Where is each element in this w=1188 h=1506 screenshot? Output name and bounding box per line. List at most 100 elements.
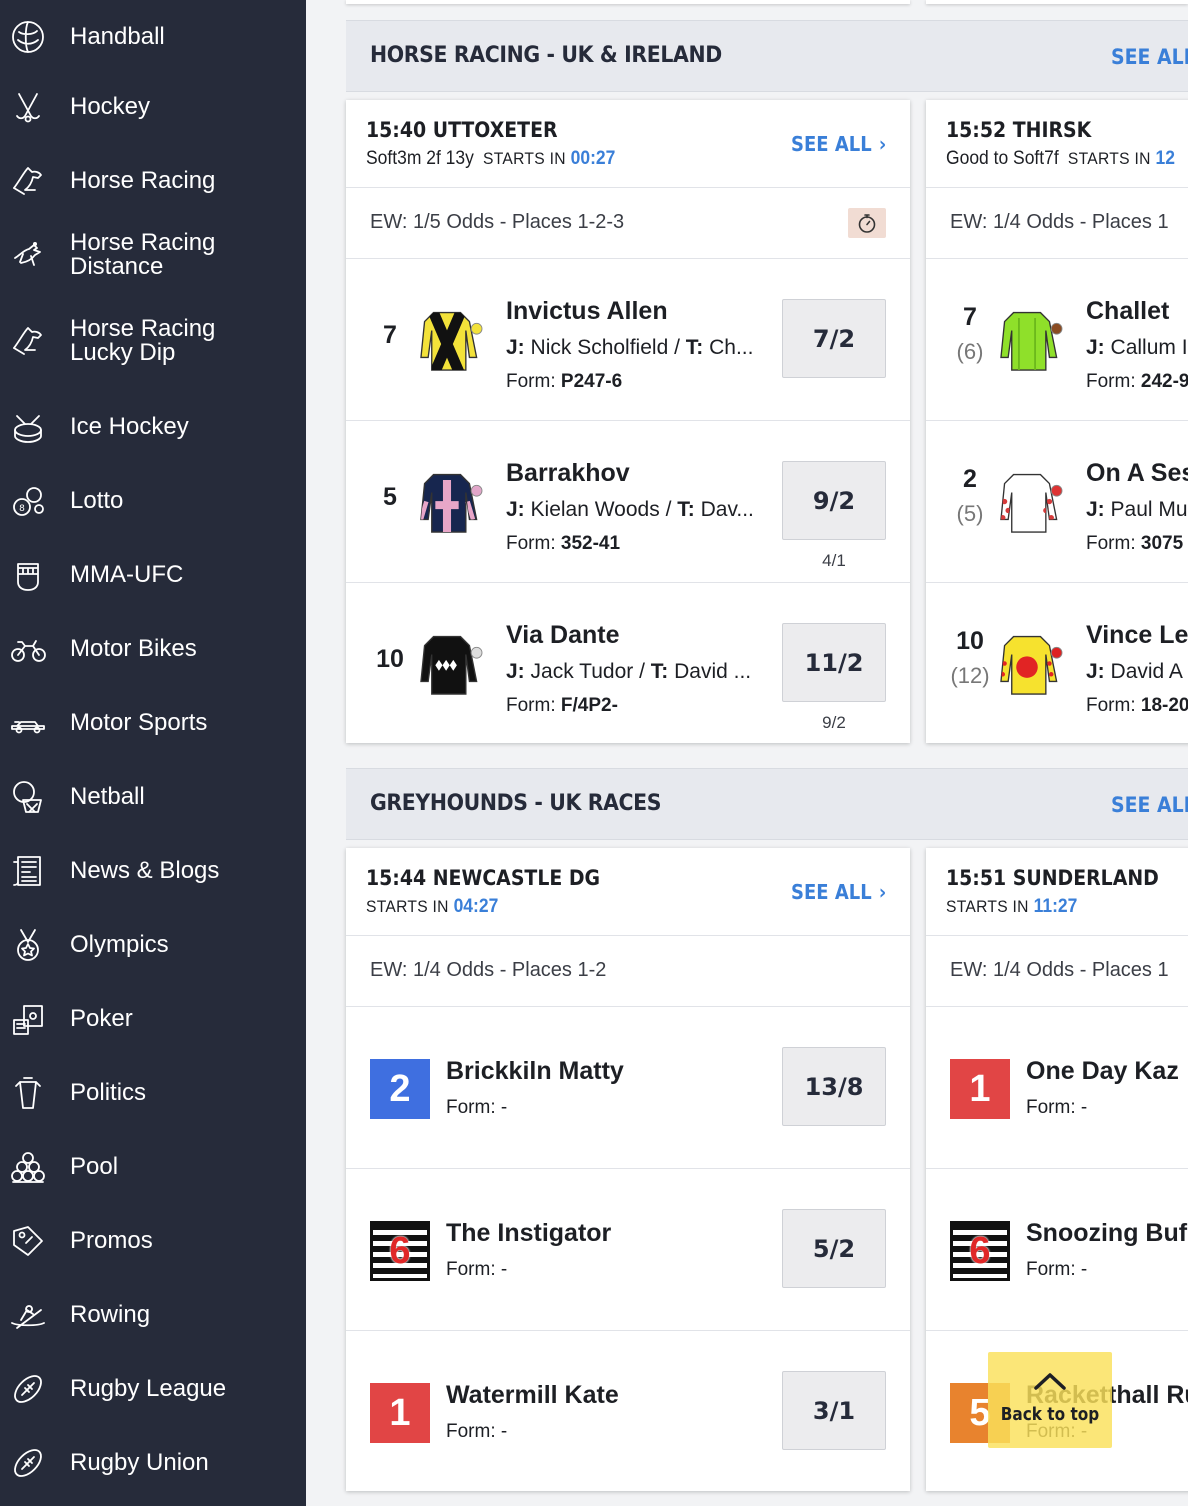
sidebar-item-label: Politics	[70, 1079, 147, 1106]
sidebar-item-mma-ufc[interactable]: MMA-UFC	[0, 538, 306, 612]
sidebar-item-olympics[interactable]: Olympics	[0, 908, 306, 982]
form-label: Form:	[1086, 695, 1136, 716]
sidebar-item-label: MMA-UFC	[70, 561, 184, 588]
sidebar-item-label: News & Blogs	[70, 857, 220, 884]
sidebar-item-rowing[interactable]: Rowing	[0, 1278, 306, 1352]
odds-button[interactable]: 13/8	[782, 1047, 886, 1126]
sidebar-item-motor-bikes[interactable]: Motor Bikes	[0, 612, 306, 686]
each-way-terms: EW: 1/4 Odds - Places 1-2	[346, 936, 910, 1007]
odds-button[interactable]: 9/2	[782, 461, 886, 540]
race-title[interactable]: 15:51 SUNDERLAND	[946, 866, 1159, 890]
each-way-terms: EW: 1/4 Odds - Places 1	[926, 188, 1188, 259]
jockey-label: J:	[1086, 660, 1105, 683]
race-going: Soft3m 2f 13y	[366, 148, 474, 169]
odds-button[interactable]: 11/2	[782, 623, 886, 702]
netball-icon	[8, 777, 48, 817]
sidebar-item-lotto[interactable]: 8 Lotto	[0, 464, 306, 538]
trap-number-badge: 6	[370, 1221, 430, 1281]
runner-form: Form: 242-9	[1086, 371, 1188, 393]
race-title[interactable]: 15:44 NEWCASTLE DG	[366, 866, 600, 890]
form-label: Form:	[1086, 533, 1136, 554]
runner-name: One Day Kaz	[1026, 1057, 1179, 1085]
hockey-icon	[8, 87, 48, 127]
sidebar-item-horse-racing-lucky-dip[interactable]: Horse Racing Lucky Dip	[0, 304, 306, 378]
section-header-greyhounds: GREYHOUNDS - UK RACES SEE ALL	[346, 768, 1188, 840]
sidebar-item-label: Netball	[70, 783, 145, 810]
promo-tag-icon	[8, 1221, 48, 1261]
sidebar-item-news-blogs[interactable]: News & Blogs	[0, 834, 306, 908]
form-value: P247-6	[560, 371, 623, 392]
form-label: Form:	[446, 1097, 496, 1118]
section-title: GREYHOUNDS - UK RACES	[370, 791, 662, 816]
sidebar-item-horse-racing[interactable]: Horse Racing	[0, 144, 306, 218]
section-see-all-link[interactable]: SEE ALL	[1111, 45, 1188, 69]
sidebar-item-horse-racing-distance[interactable]: Horse Racing Distance	[0, 218, 306, 292]
sidebar-item-promos[interactable]: Promos	[0, 1204, 306, 1278]
sidebar-item-label: Ice Hockey	[70, 413, 189, 440]
sidebar-item-label: Motor Sports	[70, 709, 208, 736]
jockey-name: David A	[1110, 660, 1183, 683]
stopwatch-icon[interactable]	[848, 208, 886, 238]
runner-row: 10 (12) Vince Le J: David A Form: 18-20	[926, 583, 1188, 743]
each-way-text: EW: 1/4 Odds - Places 1	[950, 211, 1169, 233]
sidebar-item-label: Promos	[70, 1227, 153, 1254]
odds-button[interactable]: 3/1	[782, 1371, 886, 1450]
jockey-trainer: J: Callum I	[1086, 336, 1188, 360]
form-value: 3075	[1140, 533, 1184, 554]
race-subtitle: STARTS IN 11:27	[946, 896, 1077, 918]
sidebar-item-ice-hockey[interactable]: Ice Hockey	[0, 390, 306, 464]
rowing-icon	[8, 1295, 48, 1335]
sidebar-item-motor-sports[interactable]: Motor Sports	[0, 686, 306, 760]
race-title[interactable]: 15:52 THIRSK	[946, 118, 1091, 142]
sidebar-item-label: Hockey	[70, 93, 151, 120]
sidebar-item-label: Horse Racing Lucky Dip	[70, 315, 216, 366]
runner-form: Form: -	[446, 1097, 507, 1119]
chevron-up-icon	[1034, 1373, 1066, 1390]
runner-name: Watermill Kate	[446, 1381, 619, 1409]
race-card-header: 15:40 UTTOXETER Soft3m 2f 13y STARTS IN 00…	[346, 100, 910, 188]
sidebar-item-netball[interactable]: Netball	[0, 760, 306, 834]
countdown-timer: 04:27	[453, 896, 499, 917]
sidebar-item-label: Poker	[70, 1005, 133, 1032]
runner-row: 6 The Instigator Form: - 5/2	[346, 1169, 910, 1331]
form-label: Form:	[446, 1259, 496, 1280]
sidebar-item-label: Handball	[70, 23, 165, 50]
sidebar-item-rugby-league[interactable]: Rugby League	[0, 1352, 306, 1426]
each-way-text: EW: 1/4 Odds - Places 1-2	[370, 959, 607, 981]
odds-button[interactable]: 5/2	[782, 1209, 886, 1288]
form-label: Form:	[1026, 1259, 1076, 1280]
section-see-all-link[interactable]: SEE ALL	[1111, 793, 1188, 817]
race-subtitle: Soft3m 2f 13y STARTS IN 00:27	[366, 148, 615, 170]
sidebar-item-poker[interactable]: Poker	[0, 982, 306, 1056]
race-title[interactable]: 15:40 UTTOXETER	[366, 118, 558, 142]
runner-row: 1 Watermill Kate Form: - 3/1	[346, 1331, 910, 1491]
runner-number: 2	[963, 465, 977, 493]
section-title: HORSE RACING - UK & IRELAND	[370, 43, 722, 68]
jockey-label: J:	[506, 336, 525, 359]
sidebar-item-label: Rugby Union	[70, 1449, 209, 1476]
trap-number-badge: 1	[950, 1059, 1010, 1119]
previous-odds: 4/1	[822, 551, 846, 570]
race-see-all-link[interactable]: SEE ALL ›	[791, 880, 886, 904]
jockey-label: J:	[1086, 498, 1105, 521]
jockey-label: J:	[506, 660, 525, 683]
odds-button[interactable]: 7/2	[782, 299, 886, 378]
each-way-terms: EW: 1/5 Odds - Places 1-2-3	[346, 188, 910, 259]
race-subtitle: STARTS IN 04:27	[366, 896, 498, 918]
runner-form: Form: 352-41	[506, 533, 620, 555]
sidebar-item-hockey[interactable]: Hockey	[0, 70, 306, 144]
runner-row: 10 Via Dante J: Jack Tudor / T: David ...…	[346, 583, 910, 743]
sidebar-item-rugby-union[interactable]: Rugby Union	[0, 1426, 306, 1500]
runner-form: Form: 18-20	[1086, 695, 1188, 717]
sidebar-item-label: Pool	[70, 1153, 119, 1180]
runner-row: 6 Snoozing Buf Form: -	[926, 1169, 1188, 1331]
sidebar-item-pool[interactable]: Pool	[0, 1130, 306, 1204]
form-value: -	[1080, 1259, 1088, 1280]
race-see-all-link[interactable]: SEE ALL ›	[791, 132, 886, 156]
trainer-label: T:	[677, 498, 695, 521]
back-to-top-button[interactable]: Back to top	[988, 1352, 1112, 1448]
sidebar-item-handball[interactable]: Handball	[0, 0, 306, 74]
jockey-name: Paul Mu	[1110, 498, 1188, 521]
sidebar-item-politics[interactable]: Politics	[0, 1056, 306, 1130]
runner-number: 7	[963, 303, 977, 331]
